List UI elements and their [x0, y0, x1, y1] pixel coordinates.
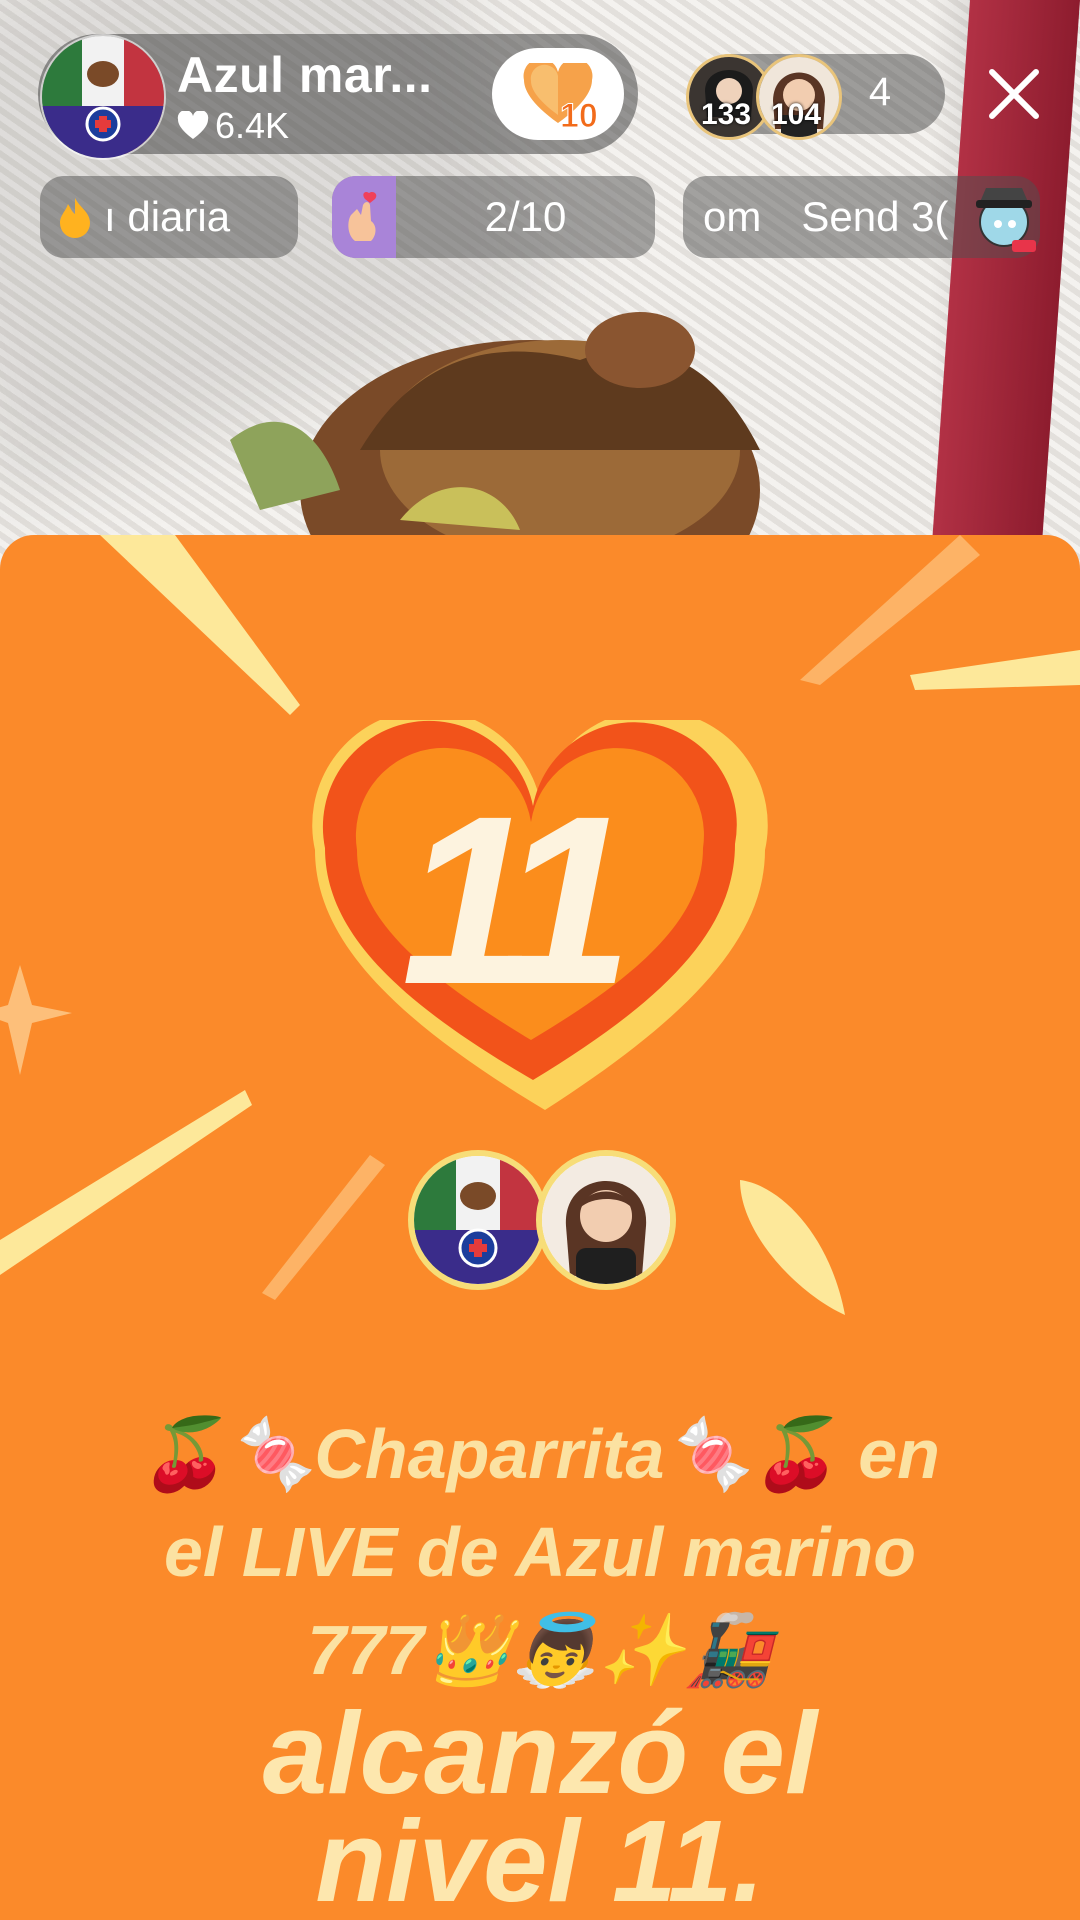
- message-line-3: 777👑👼✨🚂: [307, 1611, 773, 1689]
- close-icon[interactable]: [982, 62, 1046, 126]
- gift-goal-progress: 2/10: [484, 193, 567, 240]
- host-likes-count: 6.4K: [215, 105, 290, 146]
- viewer-count[interactable]: 4: [840, 70, 920, 115]
- gift-goal-pill[interactable]: 2/10: [332, 176, 655, 258]
- host-likes: 6.4K: [177, 105, 289, 147]
- send-gift-label: Send 3(: [801, 193, 949, 240]
- host-avatar[interactable]: [40, 34, 166, 160]
- message-line-1: 🍒🍬Chaparrita🍬🍒 en: [140, 1415, 940, 1493]
- user-avatar-large: [536, 1150, 676, 1290]
- daily-goal-label: ı diaria: [104, 193, 231, 240]
- eagle-emblem-image: [230, 312, 760, 560]
- send-gift-icon[interactable]: [968, 180, 1040, 256]
- message-line-2: el LIVE de Azul marino: [164, 1513, 916, 1591]
- top-viewer-score-1: 133: [700, 98, 752, 131]
- level-number: 11: [401, 766, 632, 1034]
- send-gift-prefix: om: [703, 193, 762, 240]
- daily-goal-pill[interactable]: ı diaria: [40, 176, 298, 258]
- host-name[interactable]: Azul mar...: [177, 46, 433, 104]
- top-viewer-score-2: 104: [770, 98, 822, 131]
- message-line-4: alcanzó el: [262, 1688, 818, 1818]
- fan-club-button[interactable]: 10: [492, 48, 624, 140]
- host-avatar-large: [408, 1150, 548, 1290]
- message-line-5: nivel 11.: [315, 1796, 765, 1920]
- fan-level-number: 10: [560, 97, 599, 136]
- finger-heart-icon: [332, 176, 396, 258]
- heart-icon: [177, 111, 209, 139]
- level-up-message: 🍒🍬Chaparrita🍬🍒 en el LIVE de Azul marino…: [60, 1405, 1020, 1920]
- fire-icon: [60, 198, 90, 238]
- level-up-card: 11 🍒🍬Chaparrita🍬🍒 en el LIVE de Azul mar…: [0, 535, 1080, 1920]
